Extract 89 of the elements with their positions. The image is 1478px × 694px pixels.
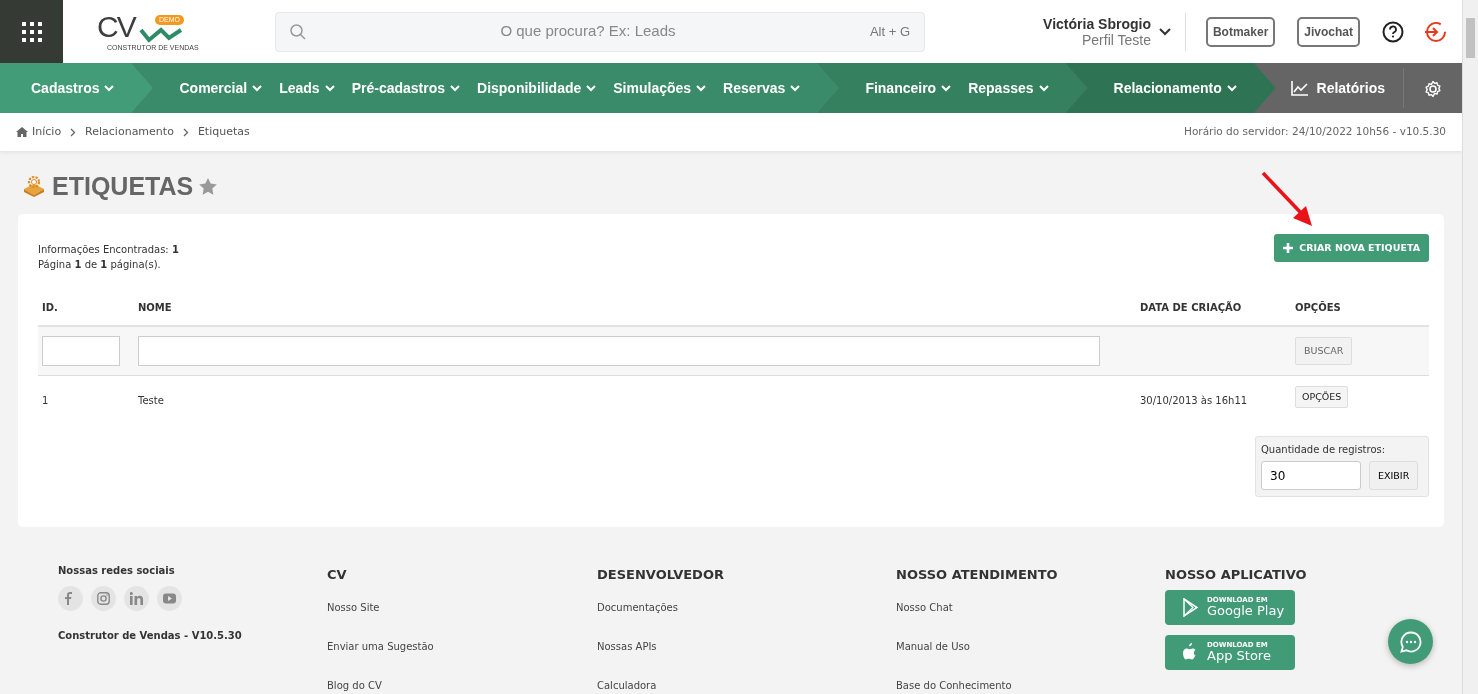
menu-item[interactable]: Disponibilidade	[469, 77, 606, 99]
version-text: Construtor de Vendas - V10.5.30	[58, 629, 243, 644]
chevron-down-icon	[585, 83, 598, 93]
footer-link[interactable]: Nossas APIs	[597, 638, 896, 654]
table-cell: Teste	[138, 395, 164, 406]
grid-icon	[21, 21, 42, 42]
chevron-right-icon	[70, 127, 77, 137]
chat-button[interactable]	[1388, 619, 1433, 664]
page-size-label: Quantidade de registros:	[1261, 443, 1387, 458]
chevron-down-icon[interactable]	[1158, 26, 1171, 37]
footer-heading: NOSSO APLICATIVO	[1165, 566, 1307, 585]
footer-link[interactable]: Nosso Site	[327, 599, 597, 615]
column-header: ID.	[38, 300, 134, 326]
footer-link[interactable]: Enviar uma Sugestão	[327, 638, 597, 654]
footer-link[interactable]: Nosso Chat	[896, 599, 1165, 615]
help-icon[interactable]	[1382, 20, 1404, 43]
menu-item[interactable]: Repasses	[960, 77, 1058, 99]
menu-item[interactable]: Pré-cadastros	[343, 77, 470, 99]
column-header: NOME	[134, 300, 1136, 326]
user-profile: Perfil Teste	[1080, 31, 1151, 48]
apps-menu-button[interactable]	[0, 0, 63, 63]
menu-item[interactable]: Leads	[271, 77, 344, 99]
footer-link[interactable]: Base do Conhecimento	[896, 677, 1165, 693]
footer-link[interactable]: Manual de Uso	[896, 638, 1165, 654]
chevron-down-icon	[1037, 83, 1050, 93]
footer-link[interactable]: Documentações	[597, 599, 896, 615]
plus-icon	[1283, 243, 1294, 254]
table-cell: 30/10/2013 às 16h11	[1140, 395, 1248, 406]
options-button[interactable]: OPÇÕES	[1295, 386, 1349, 409]
name-filter-field[interactable]	[138, 336, 1100, 366]
breadcrumb-link[interactable]: Relacionamento	[85, 123, 174, 141]
search-input[interactable]: O que procura? Ex: Leads	[306, 19, 870, 44]
server-time: Horário do servidor: 24/10/2022 10h56 - v10.5.30	[1184, 124, 1446, 140]
breadcrumb-link[interactable]: Início	[32, 123, 62, 141]
settings-icon	[1424, 79, 1442, 98]
summary-text: Página 1 de 1 página(s).	[38, 258, 162, 272]
social-title: Nossas redes sociais	[58, 564, 176, 579]
footer-link[interactable]: Blog do CV	[327, 677, 597, 693]
annotation-arrow	[1261, 171, 1312, 226]
chevron-down-icon	[940, 83, 953, 93]
chevron-down-icon	[251, 83, 264, 93]
logo-letters: CV	[97, 11, 135, 42]
chevron-down-icon	[789, 83, 802, 93]
table-cell: 1	[42, 395, 49, 406]
home-icon	[16, 127, 28, 137]
menu-item[interactable]: Comercial	[171, 77, 272, 99]
footer-heading: CV	[327, 566, 348, 585]
menu-item[interactable]: Reservas	[715, 77, 810, 99]
chart-icon	[1290, 80, 1309, 96]
header-button[interactable]: Jivochat	[1297, 16, 1360, 47]
user-name: Victória Sbrogio	[1043, 15, 1151, 32]
chevron-down-icon	[695, 83, 708, 93]
video-play-icon	[163, 592, 176, 606]
show-button[interactable]: EXIBIR	[1369, 461, 1419, 491]
tag-box-icon	[22, 174, 46, 198]
summary-text: Informações Encontradas: 1	[38, 243, 179, 257]
social-link[interactable]	[124, 586, 149, 612]
chevron-right-icon	[182, 127, 189, 137]
footer-heading: NOSSO ATENDIMENTO	[896, 566, 1059, 585]
social-link[interactable]	[91, 586, 116, 612]
chevron-down-icon	[103, 83, 116, 93]
logout-icon[interactable]	[1424, 20, 1446, 43]
id-filter-field[interactable]	[42, 336, 120, 366]
star-icon[interactable]	[199, 177, 218, 195]
chevron-down-icon	[449, 83, 462, 93]
linkedin-icon	[130, 592, 143, 606]
footer-link[interactable]: Calculadora	[597, 677, 896, 693]
menu-item[interactable]: Financeiro	[857, 77, 961, 99]
reports-link[interactable]: Relatórios	[1272, 68, 1404, 108]
chat-bubble-icon	[1399, 630, 1422, 653]
chevron-down-icon	[1225, 83, 1238, 93]
social-link[interactable]	[58, 586, 83, 612]
column-header: OPÇÕES	[1291, 300, 1429, 326]
page-title: ETIQUETAS	[52, 171, 194, 201]
shortcut-hint: Alt + G	[869, 22, 910, 41]
column-header: DATA DE CRIAÇÃO	[1136, 300, 1291, 326]
footer-heading: DESENVOLVEDOR	[597, 566, 725, 585]
instagram-icon	[97, 592, 110, 606]
menu-item[interactable]: Simulações	[605, 77, 716, 99]
search-icon	[290, 23, 306, 40]
social-link[interactable]	[157, 586, 182, 612]
header-button[interactable]: Botmaker	[1205, 16, 1276, 47]
menu-item[interactable]: Relacionamento	[1105, 77, 1246, 99]
play-triangle-icon	[1183, 597, 1199, 617]
search-button[interactable]: BUSCAR	[1295, 336, 1353, 366]
chevron-down-icon	[323, 83, 336, 93]
page-size-field[interactable]: 30	[1261, 461, 1361, 491]
search-field[interactable]: O que procura? Ex: Leads Alt + G	[275, 11, 925, 52]
breadcrumb-link[interactable]: Etiquetas	[197, 123, 250, 141]
